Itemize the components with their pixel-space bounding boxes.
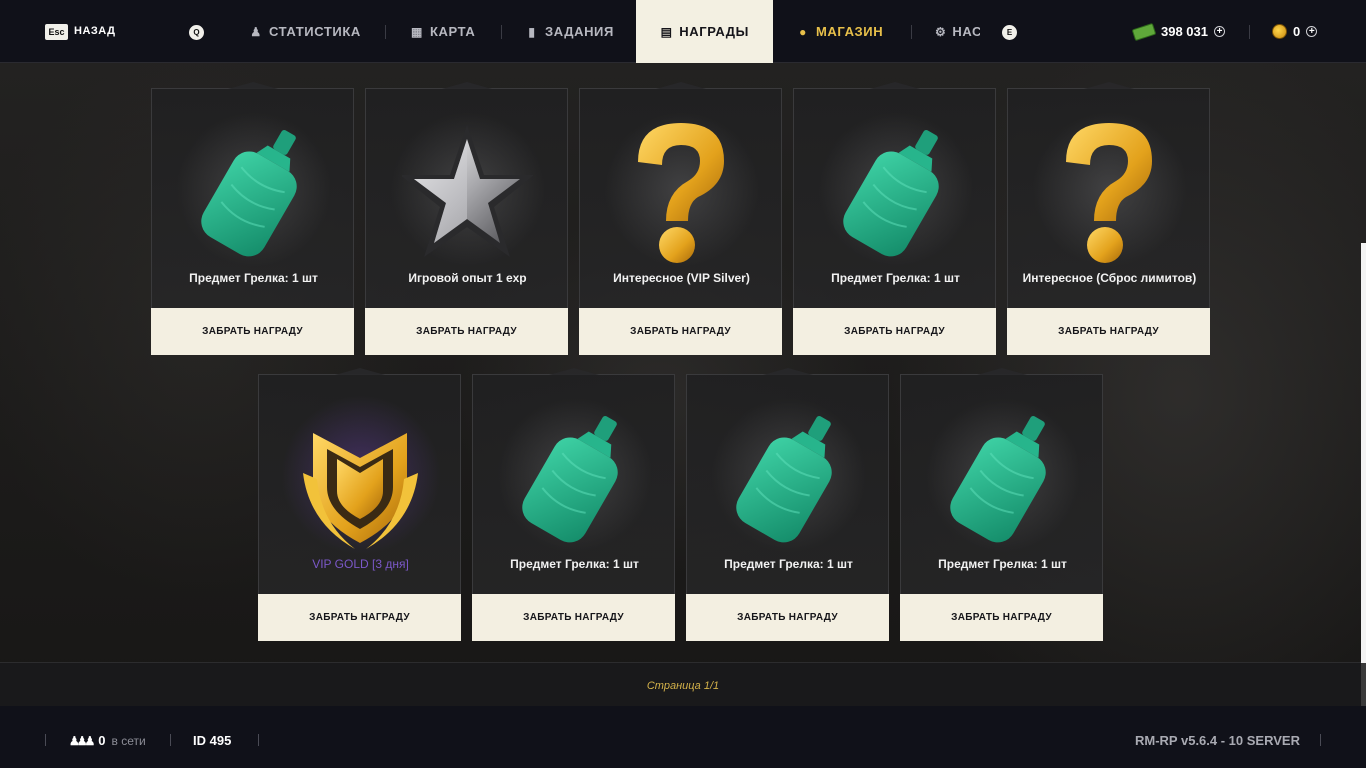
cash-icon xyxy=(1131,22,1157,41)
reward-card: Предмет Грелка: 1 шт ЗАБРАТЬ НАГРАДУ xyxy=(151,88,354,355)
prev-tab-key-hint: Q xyxy=(189,25,204,40)
tab-rewards-label: НАГРАДЫ xyxy=(679,24,749,39)
claim-reward-button[interactable]: ЗАБРАТЬ НАГРАДУ xyxy=(579,308,782,355)
reward-card-panel: Предмет Грелка: 1 шт xyxy=(793,88,996,308)
claim-reward-button[interactable]: ЗАБРАТЬ НАГРАДУ xyxy=(472,594,675,641)
person-icon: ♟ xyxy=(250,24,262,39)
reward-card: Предмет Грелка: 1 шт ЗАБРАТЬ НАГРАДУ xyxy=(793,88,996,355)
nav-divider xyxy=(385,25,386,39)
hot-water-bottle-icon xyxy=(830,117,961,267)
nav-divider xyxy=(1249,25,1250,39)
online-count: 0 xyxy=(98,733,106,748)
top-navigation-bar: Esc НАЗАД Q ♟ СТАТИСТИКА ▦ КАРТА ▮ ЗАДАН… xyxy=(0,0,1366,63)
reward-card: VIP GOLD [3 дня] ЗАБРАТЬ НАГРАДУ xyxy=(258,374,461,641)
gold-vip-badge-icon xyxy=(295,403,426,553)
next-tab-key-hint: E xyxy=(1002,25,1017,40)
nav-divider xyxy=(911,25,912,39)
reward-title: Предмет Грелка: 1 шт xyxy=(831,271,960,285)
online-counter: ♟♟♟ 0 в сети xyxy=(69,733,146,748)
reward-card-panel: Предмет Грелка: 1 шт xyxy=(900,374,1103,594)
reward-card-panel: Интересное (Сброс лимитов) xyxy=(1007,88,1210,308)
reward-card: Предмет Грелка: 1 шт ЗАБРАТЬ НАГРАДУ xyxy=(900,374,1103,641)
reward-title: Предмет Грелка: 1 шт xyxy=(724,557,853,571)
status-divider xyxy=(258,734,259,746)
reward-card: Предмет Грелка: 1 шт ЗАБРАТЬ НАГРАДУ xyxy=(472,374,675,641)
map-icon: ▦ xyxy=(411,24,423,39)
gear-icon: ⚙ xyxy=(935,24,947,39)
reward-title: Игровой опыт 1 exp xyxy=(408,271,527,285)
tab-map[interactable]: ▦ КАРТА xyxy=(410,0,475,63)
money-balance: 398 031 + xyxy=(1131,0,1225,63)
reward-card: Интересное (Сброс лимитов) ЗАБРАТЬ НАГРА… xyxy=(1007,88,1210,355)
page-indicator: Страница 1/1 xyxy=(646,680,720,692)
coin-amount: 0 xyxy=(1293,24,1301,39)
people-icon: ♟♟♟ xyxy=(69,733,95,748)
scrollbar-track[interactable] xyxy=(1361,663,1366,706)
tab-statistics-label: СТАТИСТИКА xyxy=(269,24,361,39)
reward-card: Игровой опыт 1 exp ЗАБРАТЬ НАГРАДУ xyxy=(365,88,568,355)
scrollbar-thumb[interactable] xyxy=(1361,243,1366,663)
tab-statistics[interactable]: ♟ СТАТИСТИКА xyxy=(249,0,361,63)
tab-tasks[interactable]: ▮ ЗАДАНИЯ xyxy=(525,0,614,63)
tab-rewards[interactable]: ▤ НАГРАДЫ xyxy=(636,0,773,63)
page-indicator-bar: Страница 1/1 xyxy=(0,662,1366,706)
claim-reward-button[interactable]: ЗАБРАТЬ НАГРАДУ xyxy=(258,594,461,641)
coins-icon: ● xyxy=(799,24,807,39)
silver-star-icon xyxy=(402,117,533,267)
esc-key-hint: Esc xyxy=(45,24,68,40)
hot-water-bottle-icon xyxy=(188,117,319,267)
coin-balance: 0 + xyxy=(1272,0,1318,63)
reward-card-panel: VIP GOLD [3 дня] xyxy=(258,374,461,594)
reward-card-panel: Предмет Грелка: 1 шт xyxy=(686,374,889,594)
reward-title: Предмет Грелка: 1 шт xyxy=(189,271,318,285)
reward-card-panel: Игровой опыт 1 exp xyxy=(365,88,568,308)
claim-reward-button[interactable]: ЗАБРАТЬ НАГРАДУ xyxy=(900,594,1103,641)
status-divider xyxy=(45,734,46,746)
donate-coin-icon xyxy=(1272,24,1287,39)
reward-title: VIP GOLD [3 дня] xyxy=(312,557,409,571)
player-id: ID 495 xyxy=(193,733,231,748)
gift-icon: ▤ xyxy=(660,24,673,39)
tab-shop-label: МАГАЗИН xyxy=(816,24,884,39)
tab-settings-label: НАСТРОЙКИ xyxy=(952,24,980,39)
back-button[interactable]: НАЗАД xyxy=(74,25,115,37)
reward-title: Интересное (Сброс лимитов) xyxy=(1022,271,1197,285)
reward-card-panel: Предмет Грелка: 1 шт xyxy=(472,374,675,594)
nav-divider xyxy=(501,25,502,39)
add-money-plus-icon[interactable]: + xyxy=(1214,26,1225,37)
reward-card-panel: Предмет Грелка: 1 шт xyxy=(151,88,354,308)
reward-card: Интересное (VIP Silver) ЗАБРАТЬ НАГРАДУ xyxy=(579,88,782,355)
claim-reward-button[interactable]: ЗАБРАТЬ НАГРАДУ xyxy=(365,308,568,355)
question-mark-icon xyxy=(1044,117,1175,267)
tab-map-label: КАРТА xyxy=(430,24,476,39)
claim-reward-button[interactable]: ЗАБРАТЬ НАГРАДУ xyxy=(151,308,354,355)
status-divider xyxy=(170,734,171,746)
claim-reward-button[interactable]: ЗАБРАТЬ НАГРАДУ xyxy=(793,308,996,355)
player-id-value: ID 495 xyxy=(193,733,232,748)
status-divider xyxy=(1320,734,1321,746)
add-coins-plus-icon[interactable]: + xyxy=(1306,26,1318,37)
tasks-icon: ▮ xyxy=(528,24,536,39)
online-label: в сети xyxy=(111,733,146,748)
tab-shop[interactable]: ● МАГАЗИН xyxy=(796,0,883,63)
hot-water-bottle-icon xyxy=(509,403,640,553)
money-amount: 398 031 xyxy=(1161,24,1208,39)
reward-card-panel: Интересное (VIP Silver) xyxy=(579,88,782,308)
reward-card: Предмет Грелка: 1 шт ЗАБРАТЬ НАГРАДУ xyxy=(686,374,889,641)
reward-title: Предмет Грелка: 1 шт xyxy=(938,557,1067,571)
server-info: RM-RP v5.6.4 - 10 SERVER xyxy=(1135,733,1300,748)
tab-tasks-label: ЗАДАНИЯ xyxy=(545,24,614,39)
reward-title: Предмет Грелка: 1 шт xyxy=(510,557,639,571)
hot-water-bottle-icon xyxy=(937,403,1068,553)
server-version: RM-RP v5.6.4 - 10 SERVER xyxy=(1135,733,1300,748)
reward-title: Интересное (VIP Silver) xyxy=(613,271,750,285)
claim-reward-button[interactable]: ЗАБРАТЬ НАГРАДУ xyxy=(1007,308,1210,355)
claim-reward-button[interactable]: ЗАБРАТЬ НАГРАДУ xyxy=(686,594,889,641)
tab-settings[interactable]: ⚙ НАСТРОЙКИ xyxy=(935,0,980,63)
hot-water-bottle-icon xyxy=(723,403,854,553)
question-mark-icon xyxy=(616,117,747,267)
